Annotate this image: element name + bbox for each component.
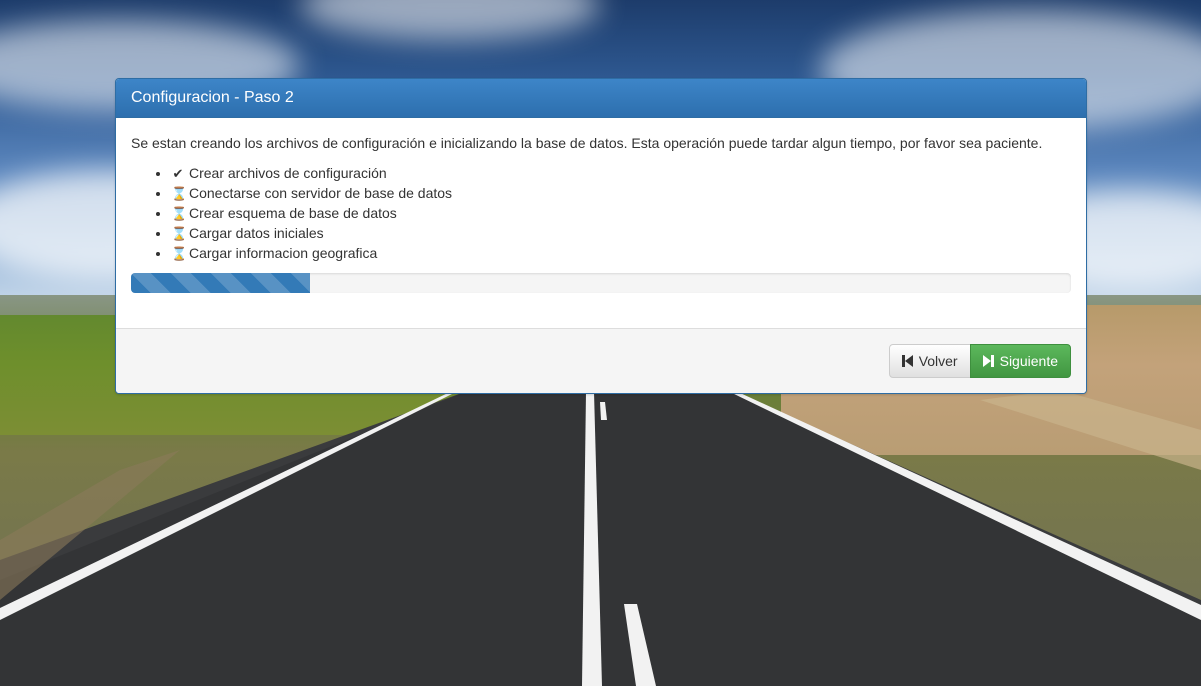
hourglass-icon: ⌛ xyxy=(171,227,188,242)
progress-track xyxy=(131,273,1071,293)
step-item: ⌛Crear esquema de base de datos xyxy=(171,203,1071,223)
navigation-button-group: Volver Siguiente xyxy=(888,344,1071,378)
hourglass-icon: ⌛ xyxy=(171,187,188,202)
next-button[interactable]: Siguiente xyxy=(969,344,1071,378)
back-button[interactable]: Volver xyxy=(888,344,971,378)
step-forward-icon xyxy=(982,355,994,367)
next-button-label: Siguiente xyxy=(999,353,1058,369)
panel-title: Configuracion - Paso 2 xyxy=(131,89,294,106)
step-label: Cargar informacion geografica xyxy=(189,245,378,261)
check-icon: ✔ xyxy=(172,167,184,182)
panel-body: Se estan creando los archivos de configu… xyxy=(116,118,1086,312)
panel-heading: Configuracion - Paso 2 xyxy=(116,79,1086,118)
back-button-label: Volver xyxy=(918,353,958,369)
hourglass-icon: ⌛ xyxy=(171,207,188,222)
hourglass-icon: ⌛ xyxy=(171,247,188,262)
intro-text: Se estan creando los archivos de configu… xyxy=(131,135,1043,151)
step-label: Conectarse con servidor de base de datos xyxy=(189,185,453,201)
panel-footer: Volver Siguiente xyxy=(116,328,1086,393)
step-backward-icon xyxy=(901,355,913,367)
step-label: Crear esquema de base de datos xyxy=(189,205,397,221)
step-label: Crear archivos de configuración xyxy=(189,165,387,181)
progress-bar xyxy=(131,273,310,293)
step-item: ⌛Cargar informacion geografica xyxy=(171,243,1071,263)
step-item: ⌛Cargar datos iniciales xyxy=(171,223,1071,243)
step-item: ⌛Conectarse con servidor de base de dato… xyxy=(171,183,1071,203)
configuration-panel: Configuracion - Paso 2 Se estan creando … xyxy=(115,78,1087,394)
step-item: ✔ Crear archivos de configuración xyxy=(171,163,1071,183)
step-label: Cargar datos iniciales xyxy=(189,225,324,241)
steps-list: ✔Crear archivos de configuración ⌛Conect… xyxy=(131,163,1071,263)
